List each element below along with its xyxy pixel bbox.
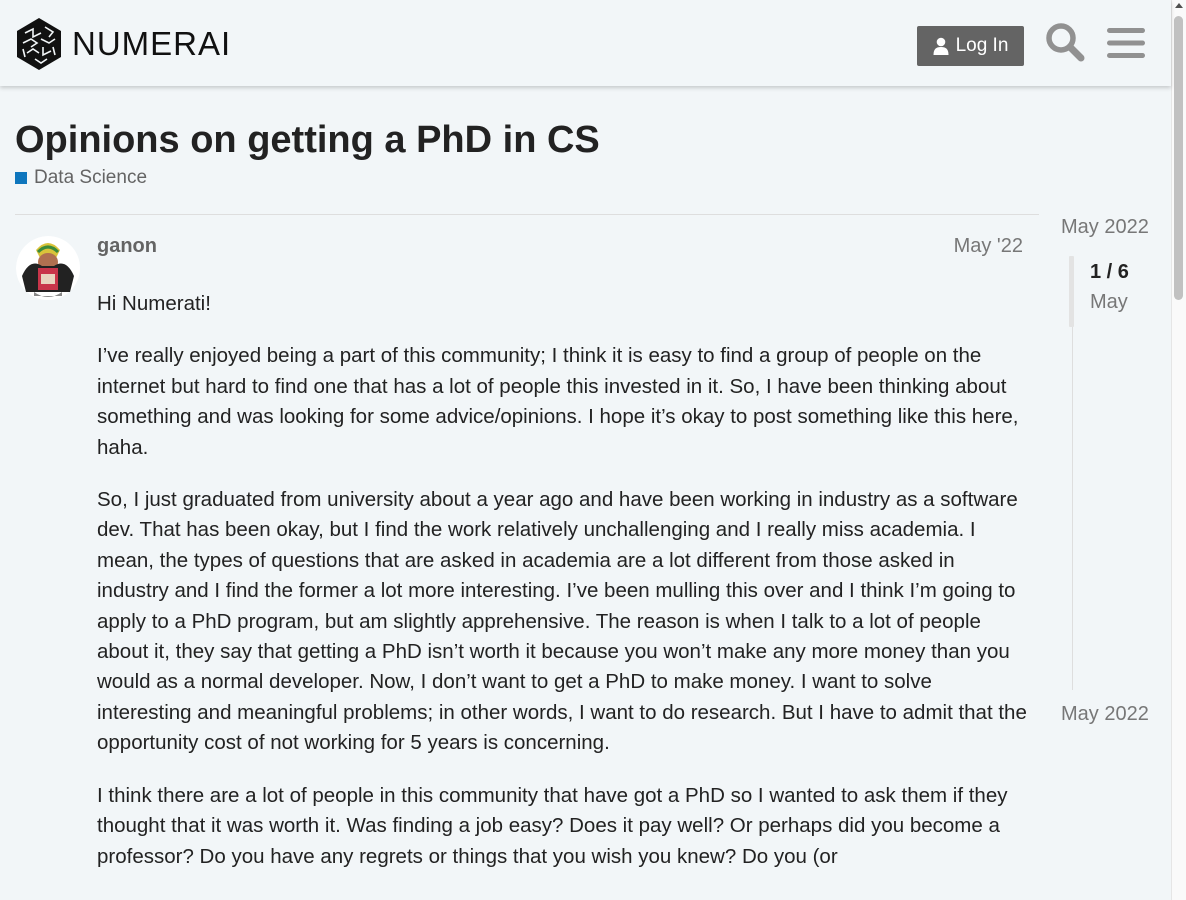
category-label: Data Science xyxy=(34,167,148,188)
timeline-handle[interactable] xyxy=(1069,256,1074,327)
search-icon xyxy=(1046,23,1085,62)
login-button[interactable]: Log In xyxy=(917,26,1024,66)
numerai-cube-logo-icon xyxy=(17,18,61,70)
category-badge[interactable]: Data Science xyxy=(15,167,147,189)
topic-title[interactable]: Opinions on getting a PhD in CS xyxy=(15,119,600,162)
post-paragraph: I think there are a lot of people in thi… xyxy=(97,783,1008,868)
scroll-up-arrow-icon[interactable] xyxy=(1175,3,1183,8)
brand-wordmark: NUMERAI xyxy=(72,25,232,62)
post-paragraph: Hi Numerati! xyxy=(97,292,211,315)
scrollbar-thumb[interactable] xyxy=(1174,16,1183,300)
hamburger-menu-icon xyxy=(1107,28,1145,58)
avatar-image xyxy=(16,236,80,300)
topic-divider xyxy=(15,214,1039,215)
menu-button[interactable] xyxy=(1107,26,1145,65)
user-icon xyxy=(933,37,949,55)
avatar[interactable] xyxy=(16,236,81,301)
numerai-logo[interactable]: NUMERAI xyxy=(15,17,231,71)
post-username[interactable]: ganon xyxy=(97,235,157,258)
post-date[interactable]: May '22 xyxy=(954,235,1023,258)
post-paragraph: I’ve really enjoyed being a part of this… xyxy=(97,344,1019,459)
category-color-square xyxy=(15,172,27,184)
timeline-end-date[interactable]: May 2022 xyxy=(1061,703,1149,726)
timeline-start-date[interactable]: May 2022 xyxy=(1061,216,1149,239)
site-header: NUMERAI Log In xyxy=(0,0,1171,86)
post-body: Hi Numerati! I’ve really enjoyed being a… xyxy=(97,289,1027,894)
search-button[interactable] xyxy=(1045,22,1085,67)
timeline-post-count: 1 / 6 xyxy=(1090,261,1129,283)
page-scrollbar[interactable] xyxy=(1171,0,1186,900)
post-paragraph: So, I just graduated from university abo… xyxy=(97,488,1027,755)
login-label: Log In xyxy=(955,35,1009,56)
timeline-current-month: May xyxy=(1090,291,1128,313)
